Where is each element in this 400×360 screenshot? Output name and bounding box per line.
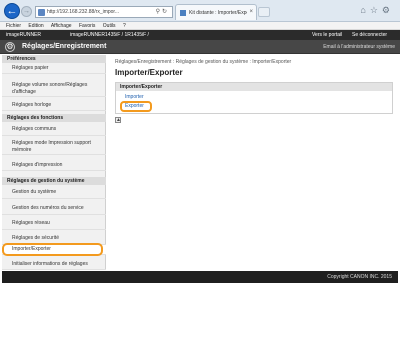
device-bar: imageRUNNER imageRUNNER1435iF / 1R1435iF… [0, 30, 400, 40]
app-header: ⚙ Réglages/Enregistrement Email à l'admi… [0, 40, 400, 54]
sidebar-item-department-id[interactable]: Gestion des numéros du service [2, 203, 106, 215]
logout-link[interactable]: Se déconnecter [352, 30, 387, 40]
menu-item[interactable]: Edition [28, 23, 43, 29]
new-tab-button[interactable] [258, 7, 270, 17]
sidebar-highlight [2, 243, 103, 256]
address-bar[interactable]: http://192.168.232.88/rx_impor... ⚲↻ [35, 6, 173, 18]
back-arrow-icon[interactable]: ← [4, 3, 20, 19]
import-link[interactable]: Importer [125, 94, 144, 100]
sidebar-item-initialize[interactable]: Initialiser informations de réglages [2, 259, 106, 270]
menu-item[interactable]: Affichage [51, 23, 72, 29]
sidebar-item-clock[interactable]: Réglages horloge [2, 101, 106, 111]
address-actions-icon[interactable]: ⚲↻ [156, 8, 169, 15]
main-title: Importer/Exporter [115, 68, 183, 77]
panel-header: Importer/Exporter [116, 83, 392, 91]
browser-tab[interactable]: Kit distante : Importer/Expor... × [175, 4, 257, 20]
export-highlight [120, 101, 152, 112]
sidebar-item-system-management[interactable]: Gestion du système [2, 187, 106, 199]
menu-item[interactable]: ? [123, 23, 126, 29]
scroll-top-icon[interactable]: ▲ [115, 117, 121, 123]
portal-link[interactable]: Vers le portail [312, 30, 342, 40]
browser-toolbar: ← → http://192.168.232.88/rx_impor... ⚲↻… [0, 0, 400, 22]
sidebar-section-functions: Réglages des fonctions [2, 114, 106, 122]
sidebar-section-preferences: Préférences [2, 55, 106, 63]
import-export-panel: Importer/Exporter Importer Exporter [115, 82, 393, 114]
sidebar-item-printing[interactable]: Réglages d'impression [2, 160, 106, 171]
sidebar-item-network[interactable]: Réglages réseau [2, 218, 106, 230]
device-model: imageRUNNER1435iF / 1R1435iF / [70, 32, 149, 38]
page-favicon-icon [38, 9, 45, 16]
admin-email-link[interactable]: Email à l'administrateur système [323, 44, 395, 50]
device-name: imageRUNNER [6, 32, 42, 38]
browser-tools-icons[interactable]: ⌂☆⚙ [360, 5, 394, 16]
sidebar-item-common[interactable]: Réglages communs [2, 124, 106, 136]
gear-icon: ⚙ [5, 42, 15, 52]
sidebar-item-memory-print[interactable]: Réglages mode Impression support mémoire [2, 139, 106, 155]
forward-arrow-icon[interactable]: → [21, 6, 32, 17]
tab-title: Kit distante : Importer/Expor... [189, 10, 247, 16]
sidebar: Préférences Réglages papier Réglage volu… [2, 55, 106, 270]
page-title: Réglages/Enregistrement [22, 43, 107, 50]
menu-item[interactable]: Outils [103, 23, 116, 29]
close-icon[interactable]: × [249, 9, 253, 15]
tab-favicon-icon [180, 10, 186, 16]
empty-area [0, 284, 400, 360]
sidebar-item-paper[interactable]: Réglages papier [2, 64, 106, 74]
menu-bar: Fichier Edition Affichage Favoris Outils… [0, 22, 400, 30]
menu-item[interactable]: Favoris [79, 23, 95, 29]
sidebar-item-volume-display[interactable]: Réglage volume sonore/Réglages d'afficha… [2, 81, 106, 97]
address-text[interactable]: http://192.168.232.88/rx_impor... [47, 9, 127, 15]
footer: Copyright CANON INC. 2015 [2, 271, 398, 283]
breadcrumb: Réglages/Enregistrement : Réglages de ge… [115, 59, 292, 65]
menu-item[interactable]: Fichier [6, 23, 21, 29]
copyright: Copyright CANON INC. 2015 [327, 274, 392, 280]
sidebar-section-system: Réglages de gestion du système [2, 177, 106, 185]
